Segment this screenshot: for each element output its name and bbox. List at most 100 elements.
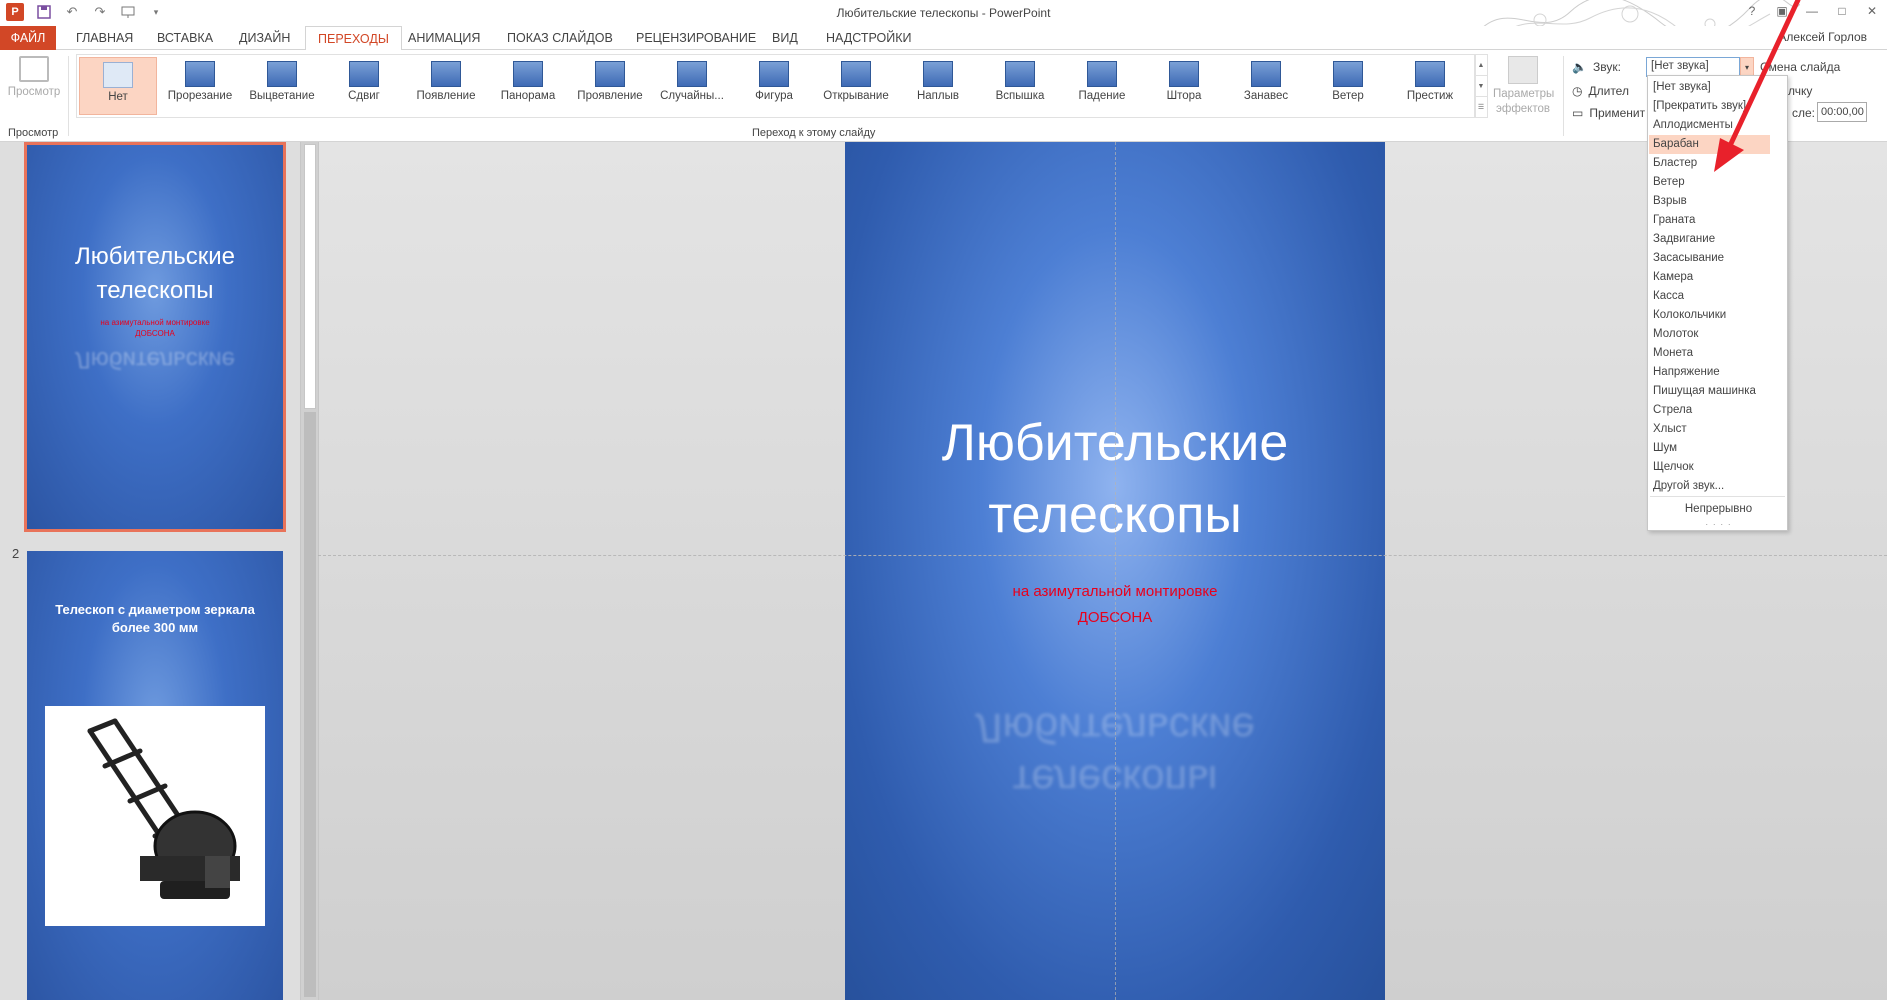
transition-split[interactable]: Панорама bbox=[489, 57, 567, 115]
sound-option[interactable]: Засасывание bbox=[1649, 249, 1770, 268]
transition-thumb-icon bbox=[841, 61, 871, 87]
transition-thumb-icon bbox=[513, 61, 543, 87]
thumb2-title: Телескоп с диаметром зеркала более 300 м… bbox=[55, 602, 255, 635]
telescope-image bbox=[45, 706, 265, 926]
scroll-track[interactable] bbox=[304, 412, 316, 997]
transition-reveal[interactable]: Проявление bbox=[571, 57, 649, 115]
tab-addins[interactable]: НАДСТРОЙКИ bbox=[814, 26, 924, 50]
transition-thumb-icon bbox=[1087, 61, 1117, 87]
tab-review[interactable]: РЕЦЕНЗИРОВАНИЕ bbox=[624, 26, 768, 50]
transition-fade[interactable]: Выцветание bbox=[243, 57, 321, 115]
resize-grip-icon[interactable]: · · · · bbox=[1648, 519, 1789, 529]
transition-fall-over[interactable]: Падение bbox=[1063, 57, 1141, 115]
sound-option[interactable]: Другой звук... bbox=[1649, 477, 1770, 496]
thumbnails-scrollbar[interactable] bbox=[300, 142, 318, 1000]
clock-icon: ◷ bbox=[1572, 84, 1583, 98]
tab-animation[interactable]: АНИМАЦИЯ bbox=[396, 26, 492, 50]
transition-prestige[interactable]: Престиж bbox=[1391, 57, 1469, 115]
sound-option[interactable]: Напряжение bbox=[1649, 363, 1770, 382]
apply-icon: ▭ bbox=[1572, 106, 1584, 120]
transition-uncover[interactable]: Открывание bbox=[817, 57, 895, 115]
slide-thumbnail-2[interactable]: Телескоп с диаметром зеркала более 300 м… bbox=[27, 551, 283, 1000]
transition-thumb-icon bbox=[1169, 61, 1199, 87]
vertical-guide bbox=[1115, 142, 1116, 1000]
sound-option[interactable]: Стрела bbox=[1649, 401, 1770, 420]
sound-option[interactable]: Пишущая машинка bbox=[1649, 382, 1770, 401]
sound-option[interactable]: Граната bbox=[1649, 211, 1770, 230]
apply-to-all-button[interactable]: ▭ Применит bbox=[1572, 103, 1645, 123]
transitions-group-label: Переход к этому слайду bbox=[752, 127, 876, 139]
tab-slideshow[interactable]: ПОКАЗ СЛАЙДОВ bbox=[495, 26, 625, 50]
transition-curtains[interactable]: Занавес bbox=[1227, 57, 1305, 115]
transition-thumb-icon bbox=[1415, 61, 1445, 87]
tab-design[interactable]: ДИЗАЙН bbox=[227, 26, 302, 50]
sound-option[interactable]: Шум bbox=[1649, 439, 1770, 458]
after-time-input[interactable]: 00:00,00 bbox=[1817, 102, 1867, 122]
tab-transitions[interactable]: ПЕРЕХОДЫ bbox=[305, 26, 402, 51]
gallery-scroll: ▲ ▼ ☰ bbox=[1474, 54, 1488, 118]
sound-option[interactable]: Монета bbox=[1649, 344, 1770, 363]
tab-insert[interactable]: ВСТАВКА bbox=[145, 26, 225, 50]
telescope-drawing bbox=[87, 718, 240, 899]
effect-options-button[interactable]: Параметры эффектов bbox=[1493, 56, 1554, 117]
transition-random-bars[interactable]: Случайны... bbox=[653, 57, 731, 115]
transition-wind[interactable]: Ветер bbox=[1309, 57, 1387, 115]
transition-thumb-icon bbox=[1333, 61, 1363, 87]
loop-until-next-option[interactable]: Непрерывно bbox=[1648, 503, 1789, 515]
close-icon[interactable]: ✕ bbox=[1857, 0, 1887, 22]
ribbon-tabs: ФАЙЛ ГЛАВНАЯ ВСТАВКА ДИЗАЙН ПЕРЕХОДЫ АНИ… bbox=[0, 26, 1887, 51]
sound-label: Звук: bbox=[1592, 60, 1621, 74]
transition-thumb-icon bbox=[759, 61, 789, 87]
transitions-gallery: Нет Прорезание Выцветание Сдвиг Появлени… bbox=[76, 54, 1476, 118]
transition-none[interactable]: Нет bbox=[79, 57, 157, 115]
maximize-icon[interactable]: □ bbox=[1827, 0, 1857, 22]
transition-thumb-icon bbox=[431, 61, 461, 87]
gallery-down-icon[interactable]: ▼ bbox=[1475, 76, 1487, 97]
transition-thumb-icon bbox=[349, 61, 379, 87]
sound-row: 🔈 Звук: bbox=[1572, 57, 1621, 77]
sound-option[interactable]: Задвигание bbox=[1649, 230, 1770, 249]
group-separator bbox=[1563, 56, 1564, 136]
transition-push[interactable]: Сдвиг bbox=[325, 57, 403, 115]
preview-button[interactable]: Просмотр bbox=[4, 54, 64, 120]
transition-thumb-icon bbox=[103, 62, 133, 88]
powerpoint-window: P ↶ ↷ ▾ Любительские телескопы - PowerPo… bbox=[0, 0, 1887, 1000]
tab-view[interactable]: ВИД bbox=[760, 26, 810, 50]
transition-drape[interactable]: Штора bbox=[1145, 57, 1223, 115]
tab-file[interactable]: ФАЙЛ bbox=[0, 26, 56, 50]
transition-thumb-icon bbox=[185, 61, 215, 87]
annotation-arrow-icon bbox=[1714, 0, 1801, 172]
transition-cut[interactable]: Прорезание bbox=[161, 57, 239, 115]
transition-thumb-icon bbox=[1251, 61, 1281, 87]
transition-thumb-icon bbox=[923, 61, 953, 87]
gallery-more-icon[interactable]: ☰ bbox=[1475, 97, 1487, 117]
transition-wipe[interactable]: Появление bbox=[407, 57, 485, 115]
sound-option[interactable]: Хлыст bbox=[1649, 420, 1770, 439]
scroll-thumb[interactable] bbox=[304, 144, 316, 409]
slide-thumbnails-pane: Любительские телескопы на азимутальной м… bbox=[0, 142, 300, 1000]
duration-row: ◷ Длител bbox=[1572, 84, 1629, 98]
sound-option[interactable]: Касса bbox=[1649, 287, 1770, 306]
sound-option[interactable]: Камера bbox=[1649, 268, 1770, 287]
gallery-up-icon[interactable]: ▲ bbox=[1475, 55, 1487, 76]
transition-cover[interactable]: Наплыв bbox=[899, 57, 977, 115]
horizontal-guide bbox=[318, 555, 1887, 556]
thumb1-title: Любительские телескопы bbox=[75, 243, 235, 304]
preview-group-label: Просмотр bbox=[8, 127, 59, 139]
sound-option[interactable]: Ветер bbox=[1649, 173, 1770, 192]
sound-option[interactable]: Щелчок bbox=[1649, 458, 1770, 477]
sound-option[interactable]: Молоток bbox=[1649, 325, 1770, 344]
tab-home[interactable]: ГЛАВНАЯ bbox=[64, 26, 145, 50]
transition-shape[interactable]: Фигура bbox=[735, 57, 813, 115]
preview-icon bbox=[19, 56, 49, 82]
transition-flash[interactable]: Вспышка bbox=[981, 57, 1059, 115]
sound-option[interactable]: Взрыв bbox=[1649, 192, 1770, 211]
group-separator bbox=[68, 56, 69, 136]
slide-thumbnail-1[interactable]: Любительские телескопы на азимутальной м… bbox=[24, 142, 286, 532]
effect-options-icon bbox=[1508, 56, 1538, 84]
transition-thumb-icon bbox=[1005, 61, 1035, 87]
thumb1-subtitle: на азимутальной монтировке ДОБСОНА bbox=[100, 318, 210, 338]
sound-option[interactable]: Колокольчики bbox=[1649, 306, 1770, 325]
thumb1-reflection: Любительские bbox=[75, 346, 235, 373]
slide-number-2: 2 bbox=[12, 546, 20, 561]
